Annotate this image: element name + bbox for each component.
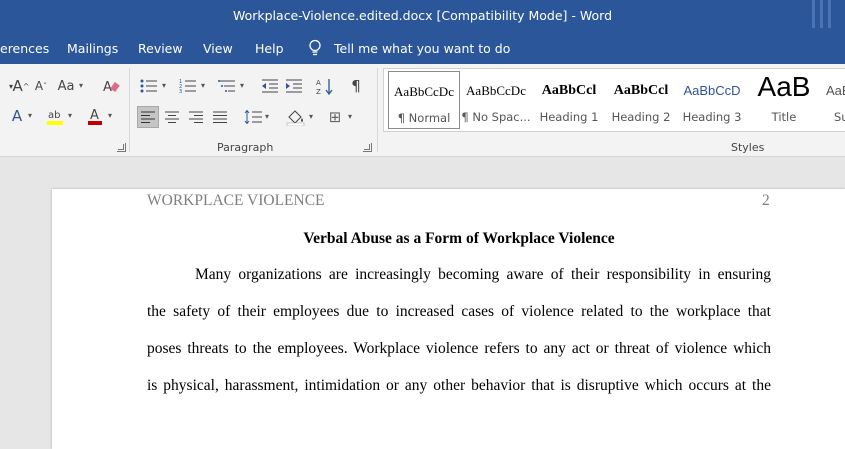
window-decoration	[828, 0, 831, 28]
style-heading-1[interactable]: AaBbCcl Heading 1	[533, 69, 605, 129]
highlight-icon[interactable]: ab	[44, 106, 66, 126]
show-formatting-label: ¶	[351, 77, 361, 95]
text-effects-dropdown-icon[interactable]: ▾	[28, 111, 32, 120]
ribbon-tabs: erences Mailings Review View Help Tell m…	[0, 34, 845, 64]
style-name: Heading 3	[682, 110, 742, 124]
tab-help[interactable]: Help	[255, 41, 284, 56]
shading-dropdown-icon[interactable]: ▾	[309, 112, 313, 121]
tab-references[interactable]: erences	[0, 41, 49, 56]
font-color-icon[interactable]: A	[84, 106, 106, 126]
pilcrow-icon[interactable]: ¶	[345, 76, 367, 96]
align-left-icon[interactable]	[137, 107, 159, 127]
tell-me-search[interactable]: Tell me what you want to do	[308, 39, 510, 57]
style-no-spacing[interactable]: AaBbCcDc ¶ No Spac...	[460, 69, 532, 129]
tab-review[interactable]: Review	[138, 41, 183, 56]
document-area: WORKPLACE VIOLENCE 2 Verbal Abuse as a F…	[0, 157, 845, 449]
group-separator	[129, 68, 130, 152]
justify-icon[interactable]	[209, 107, 231, 127]
borders-dropdown-icon[interactable]: ▾	[348, 112, 352, 121]
window-decoration	[820, 0, 823, 28]
title-bar: Workplace-Violence.edited.docx [Compatib…	[0, 0, 845, 34]
style-name: Heading 1	[539, 110, 599, 124]
style-subtitle[interactable]: AaBl Su	[820, 69, 845, 129]
font-color-dropdown-icon[interactable]: ▾	[108, 111, 112, 120]
page-number: 2	[762, 192, 770, 209]
style-name: Heading 2	[611, 110, 671, 124]
change-case-icon[interactable]: Aa	[54, 76, 78, 96]
text-effects-icon[interactable]: A	[6, 106, 28, 126]
style-title[interactable]: AaB Title	[748, 69, 820, 129]
decrease-indent-icon[interactable]	[259, 76, 281, 96]
tab-mailings[interactable]: Mailings	[67, 41, 118, 56]
svg-text:3: 3	[179, 89, 182, 93]
document-page[interactable]: WORKPLACE VIOLENCE 2 Verbal Abuse as a F…	[52, 189, 845, 449]
window-decoration	[812, 0, 815, 28]
style-sample: AaBbCcDc	[394, 84, 454, 99]
svg-text:A: A	[90, 108, 99, 123]
font-dialog-launcher-icon[interactable]	[117, 143, 126, 152]
style-sample: AaBbCcl	[613, 83, 669, 98]
shrink-font-icon[interactable]: Aˇ	[30, 76, 52, 96]
line-spacing-dropdown-icon[interactable]: ▾	[265, 112, 269, 121]
paragraph-dialog-launcher-icon[interactable]	[363, 143, 372, 152]
tell-me-label: Tell me what you want to do	[334, 40, 511, 56]
style-heading-2[interactable]: AaBbCcl Heading 2	[605, 69, 677, 129]
clear-formatting-icon[interactable]: A	[100, 76, 122, 96]
body-line: poses threats to the employees. Workplac…	[147, 340, 771, 357]
tab-view[interactable]: View	[203, 41, 233, 56]
ribbon: ▾ A ^ Aˇ Aa ▾ A A ▾ ab ▾ A ▾ ▾ 123 ▾ ▾ AZ…	[0, 64, 845, 157]
style-name: ¶ Normal	[397, 111, 451, 125]
numbering-icon[interactable]: 123	[177, 76, 199, 96]
align-right-icon[interactable]	[185, 107, 207, 127]
grow-font-icon[interactable]: A ^	[10, 76, 32, 96]
align-center-icon[interactable]	[161, 107, 183, 127]
line-spacing-icon[interactable]	[242, 107, 264, 127]
style-sample: AaBbCcD	[683, 83, 741, 98]
window-title: Workplace-Violence.edited.docx [Compatib…	[232, 8, 613, 23]
svg-text:A: A	[103, 80, 112, 94]
document-title: Verbal Abuse as a Form of Workplace Viol…	[303, 230, 615, 247]
style-normal[interactable]: AaBbCcDc ¶ Normal	[388, 71, 460, 129]
change-case-dropdown-icon[interactable]: ▾	[79, 81, 83, 90]
bullets-dropdown-icon[interactable]: ▾	[162, 81, 166, 90]
highlight-dropdown-icon[interactable]: ▾	[68, 111, 72, 120]
change-case-label: Aa	[57, 78, 75, 94]
body-line: the safety of their employees due to inc…	[147, 303, 771, 320]
group-separator	[377, 68, 378, 152]
sort-icon[interactable]: AZ	[314, 76, 336, 96]
borders-label: ⊞	[328, 108, 342, 126]
style-heading-3[interactable]: AaBbCcD Heading 3	[676, 69, 748, 129]
paragraph-group-label: Paragraph	[217, 141, 274, 154]
body-line: is physical, harassment, intimidation or…	[147, 377, 771, 394]
style-sample: AaBbCcDc	[466, 83, 526, 98]
borders-icon[interactable]: ⊞	[324, 107, 346, 127]
numbering-dropdown-icon[interactable]: ▾	[201, 81, 205, 90]
lightbulb-icon	[309, 39, 321, 56]
running-header: WORKPLACE VIOLENCE	[147, 192, 325, 209]
shading-icon[interactable]	[285, 107, 307, 127]
body-line: Many organizations are increasingly beco…	[195, 266, 771, 283]
style-sample: AaBl	[826, 83, 845, 98]
style-name: ¶ No Spac...	[461, 110, 531, 124]
style-sample: AaB	[757, 71, 811, 102]
svg-text:ab: ab	[48, 110, 60, 121]
bullets-icon[interactable]	[138, 76, 160, 96]
style-name: Title	[771, 110, 797, 124]
increase-indent-icon[interactable]	[283, 76, 305, 96]
styles-group-label: Styles	[731, 141, 765, 154]
multilevel-list-icon[interactable]	[216, 76, 238, 96]
svg-text:A: A	[316, 79, 321, 87]
style-sample: AaBbCcl	[541, 83, 597, 98]
multilevel-dropdown-icon[interactable]: ▾	[240, 81, 244, 90]
svg-text:Z: Z	[316, 88, 321, 95]
styles-gallery: AaBbCcDc ¶ Normal AaBbCcDc ¶ No Spac... …	[383, 68, 845, 132]
style-name: Su	[834, 110, 845, 124]
